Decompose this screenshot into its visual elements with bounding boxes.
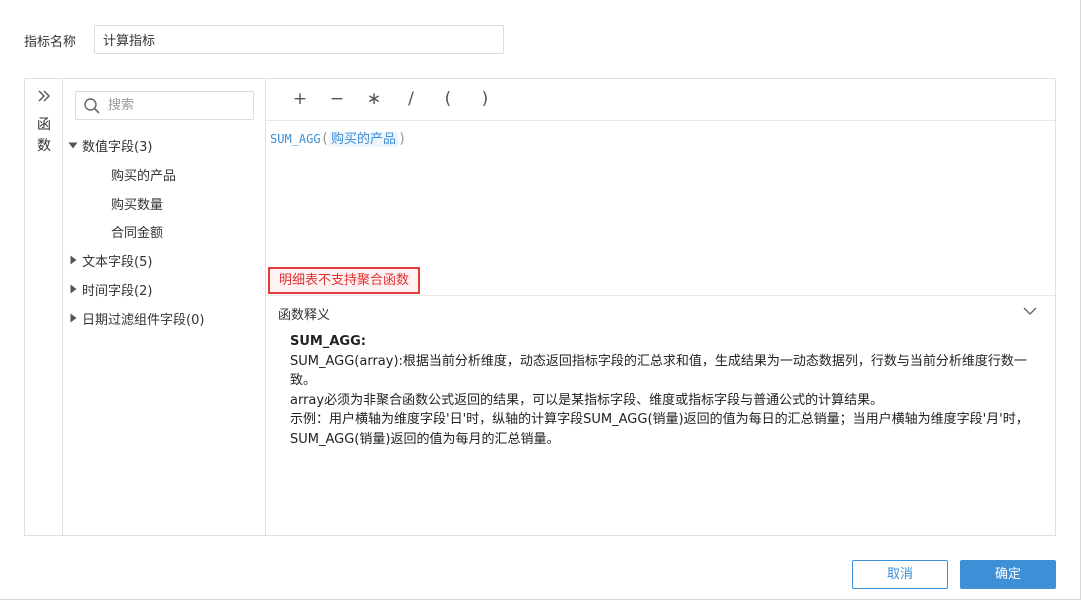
indicator-name-label: 指标名称 <box>24 35 77 50</box>
ok-button[interactable]: 确定 <box>960 560 1056 589</box>
tree-leaf-label: 购买的产品 <box>111 169 177 184</box>
calculated-indicator-dialog: 指标名称 函 数 <box>0 0 1081 600</box>
formula-function-name: SUM_AGG <box>270 132 321 146</box>
description-header-title: 函数释义 <box>278 308 331 323</box>
formula-editor[interactable]: SUM_AGG(购买的产品) <box>270 128 406 147</box>
function-strip-label-char: 数 <box>37 138 51 154</box>
tree-group-date-filter[interactable]: 日期过滤组件字段(0) <box>63 304 266 333</box>
function-strip-label: 函 数 <box>35 115 53 157</box>
indicator-name-input[interactable] <box>94 25 504 54</box>
caret-right-icon[interactable] <box>68 255 78 265</box>
cancel-button[interactable]: 取消 <box>852 560 948 589</box>
tree-leaf-field[interactable]: 合同金额 <box>63 217 266 246</box>
tree-leaf-field[interactable]: 购买的产品 <box>63 160 266 189</box>
field-search-box[interactable] <box>75 91 254 120</box>
function-strip-label-char: 函 <box>37 117 51 133</box>
caret-right-icon[interactable] <box>68 313 78 323</box>
double-chevron-right-icon[interactable] <box>36 88 52 104</box>
tree-group-text[interactable]: 文本字段(5) <box>63 246 266 275</box>
description-body: SUM_AGG: SUM_AGG(array):根据当前分析维度，动态返回指标字… <box>290 332 1040 449</box>
divide-operator-button[interactable]: / <box>399 87 423 111</box>
operator-bar: + − ∗ / ( ) <box>266 79 1055 121</box>
caret-right-icon[interactable] <box>68 284 78 294</box>
function-panel-toggle[interactable]: 函 数 <box>25 79 63 535</box>
formula-editor-frame: 函 数 数值字段(3) 购买的产 <box>24 78 1056 536</box>
formula-close-paren: ) <box>398 131 407 147</box>
tree-group-numeric[interactable]: 数值字段(3) <box>63 131 266 160</box>
tree-group-label: 文本字段(5) <box>82 254 153 270</box>
description-header[interactable]: 函数释义 <box>266 295 1055 327</box>
tree-group-label: 时间字段(2) <box>82 283 153 299</box>
minus-operator-button[interactable]: − <box>325 87 349 111</box>
description-paragraph: SUM_AGG(array):根据当前分析维度，动态返回指标字段的汇总求和值，生… <box>290 353 1027 389</box>
close-paren-button[interactable]: ) <box>473 87 497 111</box>
chevron-down-icon[interactable] <box>1023 306 1037 316</box>
tree-group-time[interactable]: 时间字段(2) <box>63 275 266 304</box>
field-search-input[interactable] <box>108 95 248 116</box>
tree-group-label: 日期过滤组件字段(0) <box>82 312 205 328</box>
tree-group-label: 数值字段(3) <box>82 140 153 155</box>
formula-area: + − ∗ / ( ) SUM_AGG(购买的产品) 明细表不支持聚合函数 函数… <box>266 79 1055 535</box>
caret-down-icon[interactable] <box>68 140 78 150</box>
tree-leaf-label: 购买数量 <box>111 197 164 213</box>
error-message: 明细表不支持聚合函数 <box>268 267 421 294</box>
formula-open-paren: ( <box>320 131 330 147</box>
open-paren-button[interactable]: ( <box>436 87 460 111</box>
description-function-title: SUM_AGG: <box>290 334 366 349</box>
tree-leaf-label: 合同金额 <box>111 226 164 241</box>
plus-operator-button[interactable]: + <box>288 87 312 111</box>
description-paragraph: array必须为非聚合函数公式返回的结果，可以是某指标字段、维度或指标字段与普通… <box>290 392 884 408</box>
field-panel: 数值字段(3) 购买的产品 购买数量 合同金额 文本字段(5) <box>63 79 266 535</box>
search-icon <box>84 98 100 114</box>
tree-leaf-field[interactable]: 购买数量 <box>63 189 266 218</box>
field-tree: 数值字段(3) 购买的产品 购买数量 合同金额 文本字段(5) 时间字段(2) … <box>63 131 266 333</box>
multiply-operator-button[interactable]: ∗ <box>362 87 386 111</box>
description-paragraph: 示例：用户横轴为维度字段'日'时，纵轴的计算字段SUM_AGG(销量)返回的值为… <box>290 412 1029 447</box>
formula-field-token[interactable]: 购买的产品 <box>329 132 399 147</box>
